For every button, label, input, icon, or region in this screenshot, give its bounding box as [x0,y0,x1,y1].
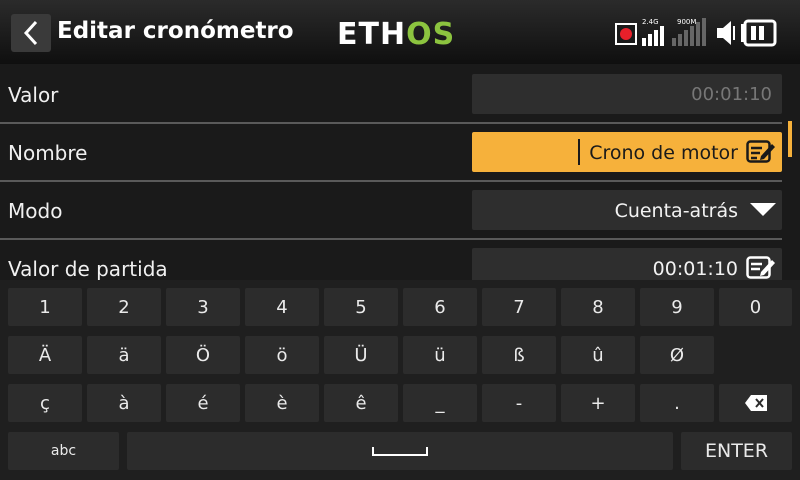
modo-select[interactable]: Cuenta-atrás [472,190,782,230]
key-c-cedilla[interactable]: ç [8,384,82,422]
row-label: Nombre [8,141,88,165]
key-3[interactable]: 3 [166,288,240,326]
key-4[interactable]: 4 [245,288,319,326]
modo-value: Cuenta-atrás [614,200,738,222]
speaker-icon [717,21,735,45]
battery-icon [741,19,777,47]
edit-icon [746,256,775,279]
page-title: Editar cronómetro [57,18,294,44]
edit-icon [746,140,775,163]
key-0[interactable]: 0 [719,288,792,326]
svg-text:900M: 900M [677,18,696,26]
status-icons: 2.4G 900M [615,18,777,47]
signal-2g4-icon: 2.4G [642,18,664,46]
valor-partida-field[interactable]: 00:01:10 [472,248,782,280]
valor-value: 00:01:10 [691,84,772,105]
key-underscore[interactable]: _ [403,384,477,422]
back-button[interactable] [11,14,51,52]
key-7[interactable]: 7 [482,288,556,326]
key-a-grave[interactable]: à [87,384,161,422]
svg-text:2.4G: 2.4G [642,18,659,26]
valor-partida-value: 00:01:10 [652,258,738,280]
key-8[interactable]: 8 [561,288,635,326]
key-2[interactable]: 2 [87,288,161,326]
valor-field: 00:01:10 [472,74,782,114]
key-6[interactable]: 6 [403,288,477,326]
key-e-circumflex[interactable]: ê [324,384,398,422]
dropdown-arrow-icon [750,203,776,216]
key-o-umlaut-upper[interactable]: Ö [166,336,240,374]
row-label: Valor de partida [8,257,168,280]
row-valor-partida: Valor de partida 00:01:10 [0,238,782,280]
key-9[interactable]: 9 [640,288,714,326]
record-icon [615,23,637,45]
key-plus[interactable]: + [561,384,635,422]
key-period[interactable]: . [640,384,714,422]
key-u-umlaut-upper[interactable]: Ü [324,336,398,374]
abc-key[interactable]: abc [8,432,119,470]
signal-900m-icon: 900M [672,18,706,46]
row-label: Valor [8,83,59,107]
key-u-circumflex[interactable]: û [561,336,635,374]
row-nombre: Nombre Crono de motor [0,122,782,180]
space-key[interactable] [127,432,673,470]
chevron-left-icon [23,20,38,46]
key-minus[interactable]: - [482,384,556,422]
nombre-value: Crono de motor [589,142,738,164]
ethos-logo: ETHOS [337,17,456,52]
enter-key[interactable]: ENTER [681,432,792,470]
timer-form: Valor 00:01:10 Nombre Crono de motor Mod… [0,64,800,280]
row-modo: Modo Cuenta-atrás [0,180,782,238]
on-screen-keyboard: 1 2 3 4 5 6 7 8 9 0 Ä ä Ö ö Ü ü ß û Ø ç … [0,280,800,480]
scrollbar[interactable] [788,121,792,157]
key-o-slash[interactable]: Ø [640,336,714,374]
key-e-grave[interactable]: è [245,384,319,422]
key-5[interactable]: 5 [324,288,398,326]
backspace-key[interactable] [719,384,792,422]
text-cursor [578,139,580,165]
key-eszett[interactable]: ß [482,336,556,374]
key-e-acute[interactable]: é [166,384,240,422]
row-label: Modo [8,199,63,223]
title-bar: Editar cronómetro ETHOS 2.4G 900M [0,0,800,64]
key-a-umlaut-upper[interactable]: Ä [8,336,82,374]
space-icon [372,447,428,456]
key-1[interactable]: 1 [8,288,82,326]
key-u-umlaut[interactable]: ü [403,336,477,374]
backspace-icon [744,395,767,411]
key-a-umlaut[interactable]: ä [87,336,161,374]
key-o-umlaut[interactable]: ö [245,336,319,374]
nombre-input[interactable]: Crono de motor [472,132,782,172]
row-valor: Valor 00:01:10 [0,64,782,122]
